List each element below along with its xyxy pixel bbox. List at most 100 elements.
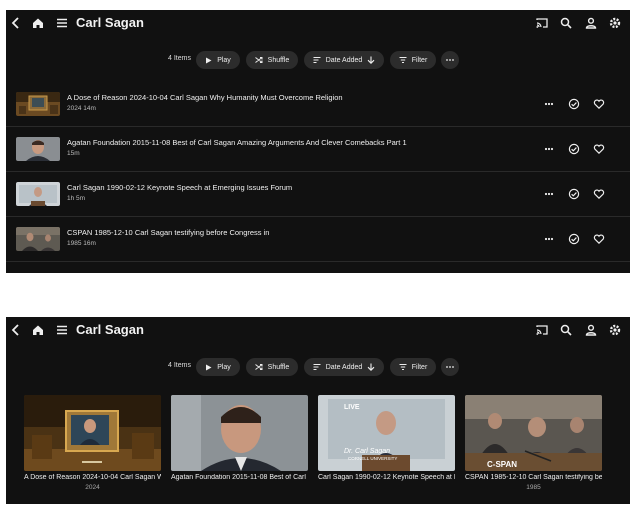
shuffle-label: Shuffle [267, 56, 290, 64]
menu-icon[interactable] [55, 323, 69, 337]
shuffle-button[interactable]: Shuffle [246, 358, 298, 376]
card-title[interactable]: A Dose of Reason 2024-10-04 Carl Sagan W… [24, 474, 161, 481]
cast-icon[interactable] [535, 323, 549, 337]
play-icon [206, 57, 212, 63]
card-thumbnail[interactable] [171, 395, 308, 471]
home-icon[interactable] [31, 323, 45, 337]
card-title[interactable]: Agatan Foundation 2015-11-08 Best of Car… [171, 474, 308, 481]
card-year: 2024 [85, 484, 100, 491]
top-bar: Carl Sagan [6, 10, 630, 36]
item-meta: 1h 5m [67, 195, 86, 202]
name-caption: Dr. Carl Sagan [344, 448, 390, 455]
filter-icon [399, 364, 407, 370]
list-item[interactable]: Agatan Foundation 2015-11-08 Best of Car… [6, 127, 630, 172]
card-thumbnail[interactable]: LIVE Dr. Carl Sagan CORNELL UNIVERSITY [318, 395, 455, 471]
play-icon [206, 364, 212, 370]
item-title[interactable]: A Dose of Reason 2024-10-04 Carl Sagan W… [67, 93, 343, 102]
played-check-icon[interactable] [568, 142, 580, 155]
play-label: Play [217, 56, 231, 64]
cast-icon[interactable] [535, 16, 549, 30]
settings-icon[interactable] [608, 16, 622, 30]
item-thumbnail[interactable] [16, 227, 60, 251]
card-thumbnail[interactable] [24, 395, 161, 471]
card-title[interactable]: CSPAN 1985-12-10 Carl Sagan testifying b… [465, 474, 602, 481]
item-meta: 15m [67, 150, 80, 157]
page-title: Carl Sagan [76, 322, 144, 337]
filter-label: Filter [411, 363, 428, 371]
play-button[interactable]: Play [196, 358, 240, 376]
live-caption: LIVE [344, 404, 360, 411]
more-icon[interactable] [543, 232, 555, 244]
played-check-icon[interactable] [568, 232, 580, 245]
menu-icon[interactable] [55, 16, 69, 30]
shuffle-icon [254, 364, 263, 370]
play-button[interactable]: Play [196, 51, 240, 69]
play-label: Play [217, 363, 231, 371]
item-title[interactable]: Agatan Foundation 2015-11-08 Best of Car… [67, 138, 407, 147]
item-title[interactable]: CSPAN 1985-12-10 Carl Sagan testifying b… [67, 228, 269, 237]
filter-button[interactable]: Filter [390, 358, 436, 376]
top-bar: Carl Sagan [6, 317, 630, 343]
user-icon[interactable] [584, 323, 598, 337]
more-icon [446, 366, 454, 368]
item-meta: 1985 16m [67, 240, 96, 247]
item-thumbnail[interactable] [16, 92, 60, 116]
home-icon[interactable] [31, 16, 45, 30]
user-icon[interactable] [584, 16, 598, 30]
sort-icon [313, 364, 321, 370]
grid-card[interactable]: C-SPAN CSPAN 1985-12-10 Carl Sagan testi… [465, 395, 602, 491]
played-check-icon[interactable] [568, 187, 580, 200]
search-icon[interactable] [559, 16, 573, 30]
search-icon[interactable] [559, 323, 573, 337]
filter-icon [399, 57, 407, 63]
more-button[interactable] [441, 358, 459, 376]
item-title[interactable]: Carl Sagan 1990-02-12 Keynote Speech at … [67, 183, 292, 192]
heart-icon[interactable] [593, 142, 605, 155]
more-icon[interactable] [543, 142, 555, 154]
heart-icon[interactable] [593, 97, 605, 110]
list-item[interactable]: Carl Sagan 1990-02-12 Keynote Speech at … [6, 172, 630, 217]
back-icon[interactable] [9, 323, 23, 337]
shuffle-label: Shuffle [267, 363, 290, 371]
toolbar: 4 Items Play Shuffle Date Added Filter [6, 51, 630, 69]
affiliation-caption: CORNELL UNIVERSITY [348, 456, 397, 461]
more-icon[interactable] [543, 187, 555, 199]
shuffle-button[interactable]: Shuffle [246, 51, 298, 69]
card-title[interactable]: Carl Sagan 1990-02-12 Keynote Speech at … [318, 474, 455, 481]
played-check-icon[interactable] [568, 97, 580, 110]
heart-icon[interactable] [593, 232, 605, 245]
list-item[interactable]: CSPAN 1985-12-10 Carl Sagan testifying b… [6, 217, 630, 262]
settings-icon[interactable] [608, 323, 622, 337]
item-thumbnail[interactable] [16, 182, 60, 206]
sort-button[interactable]: Date Added [304, 358, 384, 376]
more-button[interactable] [441, 51, 459, 69]
item-thumbnail[interactable] [16, 137, 60, 161]
arrow-down-icon [367, 56, 375, 64]
sort-label: Date Added [325, 56, 363, 64]
cspan-logo: C-SPAN [487, 460, 517, 469]
card-thumbnail[interactable]: C-SPAN [465, 395, 602, 471]
page-title: Carl Sagan [76, 15, 144, 30]
list-view-panel: Carl Sagan 4 Items Play Shuffle Date Add… [6, 10, 630, 273]
arrow-down-icon [367, 363, 375, 371]
more-icon[interactable] [543, 97, 555, 109]
grid-view-panel: Carl Sagan 4 Items Play Shuffle Date Add… [6, 317, 630, 504]
shuffle-icon [254, 57, 263, 63]
more-icon [446, 59, 454, 61]
sort-button[interactable]: Date Added [304, 51, 384, 69]
filter-label: Filter [411, 56, 428, 64]
toolbar: 4 Items Play Shuffle Date Added Filter [6, 358, 630, 376]
item-meta: 2024 14m [67, 105, 96, 112]
sort-icon [313, 57, 321, 63]
back-icon[interactable] [9, 16, 23, 30]
filter-button[interactable]: Filter [390, 51, 436, 69]
list-item[interactable]: A Dose of Reason 2024-10-04 Carl Sagan W… [6, 82, 630, 127]
sort-label: Date Added [325, 363, 363, 371]
item-count: 4 Items [168, 55, 191, 62]
grid-card[interactable]: A Dose of Reason 2024-10-04 Carl Sagan W… [24, 395, 161, 491]
card-year: 1985 [526, 484, 541, 491]
item-count: 4 Items [168, 362, 191, 369]
grid-card[interactable]: LIVE Dr. Carl Sagan CORNELL UNIVERSITY Car… [318, 395, 455, 484]
grid-card[interactable]: Agatan Foundation 2015-11-08 Best of Car… [171, 395, 308, 484]
heart-icon[interactable] [593, 187, 605, 200]
